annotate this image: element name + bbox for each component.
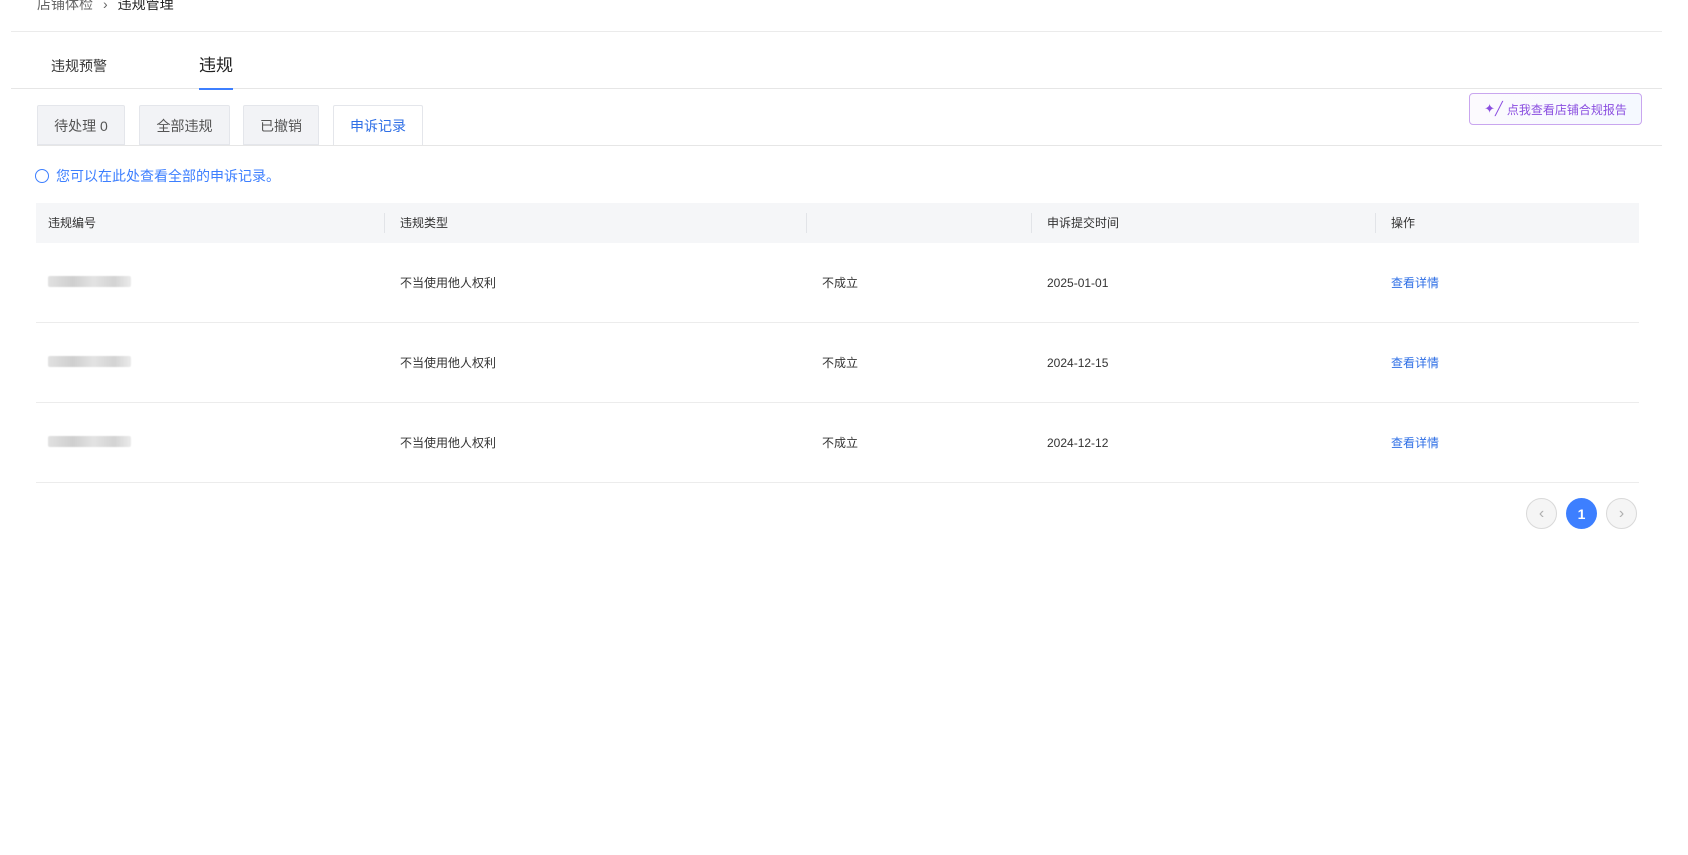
main-tabs: 违规预警 违规	[11, 32, 1662, 90]
appeal-records-table: 违规编号 违规类型 申诉提交时间 操作 不当使用他人权利 不成立 2025-01…	[36, 203, 1639, 483]
view-details-link[interactable]: 查看详情	[1391, 436, 1439, 450]
table-row: 不当使用他人权利 不成立 2024-12-12 查看详情	[36, 403, 1639, 483]
column-header-submit-time: 申诉提交时间	[1031, 203, 1375, 243]
compliance-report-button[interactable]: ✦╱ 点我查看店铺合规报告	[1469, 93, 1642, 125]
result-cell: 不成立	[822, 356, 859, 370]
next-page-button[interactable]: ›	[1606, 498, 1637, 529]
subtab-appeal-records[interactable]: 申诉记录	[333, 105, 423, 146]
view-details-link[interactable]: 查看详情	[1391, 276, 1439, 290]
table-row: 不当使用他人权利 不成立 2024-12-15 查看详情	[36, 323, 1639, 403]
submit-time-cell: 2024-12-15	[1047, 355, 1109, 370]
pagination: ‹ 1 ›	[1526, 498, 1646, 530]
masked-violation-id	[48, 275, 131, 287]
view-details-link[interactable]: 查看详情	[1391, 356, 1439, 370]
table-row: 不当使用他人权利 不成立 2025-01-01 查看详情	[36, 243, 1639, 323]
info-circle-icon	[35, 169, 49, 183]
breadcrumb-item-shop-checkup[interactable]: 店铺体检	[37, 0, 93, 14]
breadcrumb: 店铺体检 › 违规管理	[37, 0, 174, 14]
subtab-revoked[interactable]: 已撤销	[243, 105, 319, 145]
subtab-divider	[37, 145, 1662, 146]
result-cell: 不成立	[822, 436, 859, 450]
violation-type-cell: 不当使用他人权利	[400, 436, 497, 450]
breadcrumb-separator-icon: ›	[103, 0, 108, 12]
submit-time-cell: 2024-12-12	[1047, 435, 1109, 450]
violation-id-cell	[36, 355, 384, 370]
column-header-violation-id: 违规编号	[48, 216, 97, 230]
submit-time-cell: 2025-01-01	[1047, 275, 1109, 290]
prev-page-button[interactable]: ‹	[1526, 498, 1557, 529]
table-header: 违规编号 违规类型 申诉提交时间 操作	[36, 203, 1639, 243]
column-header-result	[806, 203, 1031, 243]
masked-violation-id	[48, 435, 131, 447]
column-header-action: 操作	[1375, 203, 1639, 243]
violation-type-cell: 不当使用他人权利	[400, 356, 497, 370]
violation-id-cell	[36, 275, 384, 290]
violation-id-cell	[36, 435, 384, 450]
masked-violation-id	[48, 355, 131, 367]
result-cell: 不成立	[822, 276, 859, 290]
tab-violation[interactable]: 违规	[199, 32, 233, 90]
breadcrumb-item-violation-management: 违规管理	[117, 0, 174, 12]
tab-violation-warning[interactable]: 违规预警	[51, 32, 107, 89]
appeal-notice-text: 您可以在此处查看全部的申诉记录。	[56, 168, 280, 184]
magic-wand-icon: ✦╱	[1484, 101, 1503, 116]
subtab-all-violations[interactable]: 全部违规	[139, 105, 230, 145]
appeal-notice: 您可以在此处查看全部的申诉记录。	[35, 166, 280, 186]
compliance-report-label: 点我查看店铺合规报告	[1506, 102, 1627, 117]
subtab-pending[interactable]: 待处理 0	[37, 105, 125, 145]
violation-type-cell: 不当使用他人权利	[400, 276, 497, 290]
page-root: 店铺体检 › 违规管理 违规预警 违规 待处理 0 全部违规 已撤销 申诉记录 …	[0, 0, 1688, 855]
page-number-1[interactable]: 1	[1566, 498, 1597, 529]
column-header-violation-type: 违规类型	[384, 203, 806, 243]
